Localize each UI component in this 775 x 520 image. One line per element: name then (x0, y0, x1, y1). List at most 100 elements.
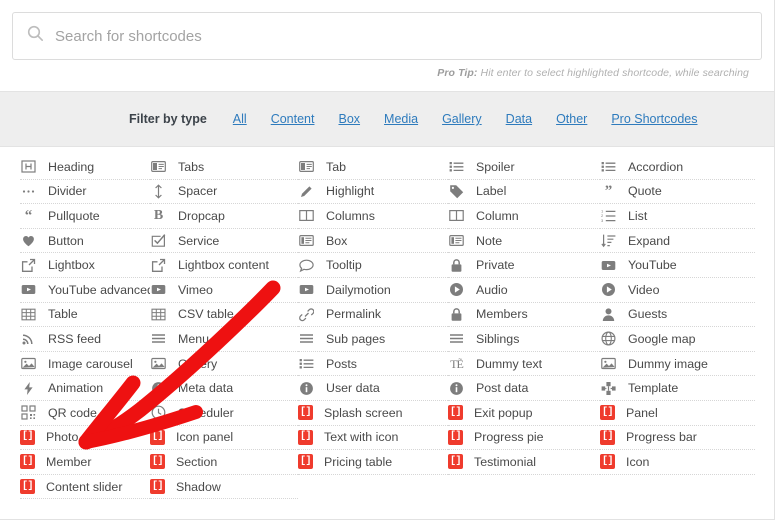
shortcode-item[interactable]: Tab (298, 155, 448, 180)
shortcode-item-label: Members (476, 307, 528, 322)
shortcode-item[interactable]: Video (600, 278, 755, 303)
shortcode-item[interactable]: Expand (600, 229, 755, 254)
shortcode-item[interactable]: Box (298, 229, 448, 254)
shortcode-item[interactable]: Spoiler (448, 155, 600, 180)
shortcode-item-label: Expand (628, 233, 671, 248)
filter-option-box[interactable]: Box (338, 112, 360, 126)
shortcode-item[interactable]: Animation (20, 376, 150, 401)
shortcode-item[interactable]: Accordion (600, 155, 755, 180)
shortcode-item[interactable]: Vimeo (150, 278, 298, 303)
shortcode-item[interactable]: Posts (298, 352, 448, 377)
shortcode-item-label: Tabs (178, 159, 205, 174)
play-circle-icon (600, 281, 617, 298)
shortcode-item[interactable]: Button (20, 229, 150, 254)
shortcode-item[interactable]: Meta data (150, 376, 298, 401)
image-icon (150, 355, 167, 372)
shortcode-item-label: Accordion (628, 159, 684, 174)
shortcode-item[interactable]: Heading (20, 155, 150, 180)
shortcode-item[interactable]: “ Pullquote (20, 204, 150, 229)
shortcode-item[interactable]: [] Section (150, 450, 298, 475)
shortcode-item[interactable]: TẼ Dummy text (448, 352, 600, 377)
shortcode-item[interactable]: Label (448, 180, 600, 205)
shortcode-item[interactable]: Audio (448, 278, 600, 303)
search-box[interactable] (12, 12, 762, 60)
shortcode-item[interactable]: [] Exit popup (448, 401, 600, 426)
shortcode-item[interactable]: Private (448, 253, 600, 278)
shortcode-item[interactable]: Siblings (448, 327, 600, 352)
shortcode-item-label: Dropcap (178, 208, 225, 223)
shortcode-item[interactable]: [] Photo panel (20, 426, 150, 451)
filter-option-data[interactable]: Data (506, 112, 532, 126)
shortcode-item[interactable]: Google map (600, 327, 755, 352)
shortcode-item[interactable]: Tooltip (298, 253, 448, 278)
shortcode-item-label: Spoiler (476, 159, 515, 174)
shortcode-item[interactable]: Dummy image (600, 352, 755, 377)
shortcode-item[interactable]: B Dropcap (150, 204, 298, 229)
globe-icon (600, 330, 617, 347)
shortcode-item[interactable]: [] Text with icon (298, 426, 448, 451)
filter-option-content[interactable]: Content (271, 112, 315, 126)
filter-option-all[interactable]: All (233, 112, 247, 126)
shortcode-item[interactable]: Lightbox (20, 253, 150, 278)
shortcode-item[interactable]: Sub pages (298, 327, 448, 352)
pro-bracket-icon: [] (20, 429, 35, 445)
shortcode-item[interactable]: QR code (20, 401, 150, 426)
shortcode-item[interactable]: YouTube (600, 253, 755, 278)
shortcode-item-label: Member (46, 454, 92, 469)
shortcode-item-label: Shadow (176, 479, 221, 494)
shortcode-item[interactable]: Lightbox content (150, 253, 298, 278)
shortcode-item[interactable]: [] Shadow (150, 475, 298, 500)
shortcode-item[interactable]: Note (448, 229, 600, 254)
shortcode-item[interactable]: Service (150, 229, 298, 254)
menu-icon (298, 330, 315, 347)
shortcode-item[interactable]: Guests (600, 303, 755, 328)
info-icon (448, 380, 465, 397)
shortcode-item[interactable]: Column (448, 204, 600, 229)
shortcode-item[interactable]: [] Progress bar (600, 426, 755, 451)
shortcode-item[interactable]: Dailymotion (298, 278, 448, 303)
shortcode-item[interactable]: [] Member (20, 450, 150, 475)
shortcode-item[interactable]: Template (600, 376, 755, 401)
filter-option-media[interactable]: Media (384, 112, 418, 126)
heading-icon (20, 158, 37, 175)
shortcode-item[interactable]: [] Pricing table (298, 450, 448, 475)
shortcode-item[interactable]: Gallery (150, 352, 298, 377)
shortcode-item[interactable]: Table (20, 303, 150, 328)
shortcode-item[interactable]: Members (448, 303, 600, 328)
shortcode-item[interactable]: Columns (298, 204, 448, 229)
shortcode-item[interactable]: Divider (20, 180, 150, 205)
shortcode-item[interactable]: [] Panel (600, 401, 755, 426)
shortcode-item[interactable]: Post data (448, 376, 600, 401)
shortcode-item[interactable]: [] Progress pie (448, 426, 600, 451)
list-icon (600, 158, 617, 175)
filter-by-type-label: Filter by type (129, 112, 207, 126)
shortcode-item-label: Heading (48, 159, 95, 174)
filter-option-other[interactable]: Other (556, 112, 587, 126)
shortcode-item-label: Menu (178, 331, 209, 346)
image-icon (600, 355, 617, 372)
shortcode-item[interactable]: Permalink (298, 303, 448, 328)
external-link-icon (20, 257, 37, 274)
shortcode-item[interactable]: Highlight (298, 180, 448, 205)
filter-option-gallery[interactable]: Gallery (442, 112, 482, 126)
shortcode-item[interactable]: [] Icon panel (150, 426, 298, 451)
filter-option-pro-shortcodes[interactable]: Pro Shortcodes (611, 112, 697, 126)
pro-bracket-icon: [] (20, 479, 35, 495)
shortcode-item[interactable]: ” Quote (600, 180, 755, 205)
shortcode-item[interactable]: User data (298, 376, 448, 401)
shortcode-item[interactable]: Menu (150, 327, 298, 352)
shortcode-item[interactable]: [] Splash screen (298, 401, 448, 426)
svg-text:3: 3 (601, 218, 604, 223)
shortcode-item[interactable]: [] Testimonial (448, 450, 600, 475)
search-input[interactable] (55, 14, 747, 58)
shortcode-item[interactable]: [] Content slider (20, 475, 150, 500)
shortcode-item[interactable]: Spacer (150, 180, 298, 205)
shortcode-item[interactable]: Scheduler (150, 401, 298, 426)
shortcode-item[interactable]: YouTube advanced (20, 278, 150, 303)
shortcode-item[interactable]: 1 2 3 List (600, 204, 755, 229)
shortcode-item[interactable]: CSV table (150, 303, 298, 328)
shortcode-item[interactable]: Tabs (150, 155, 298, 180)
shortcode-item[interactable]: [] Icon (600, 450, 755, 475)
shortcode-item[interactable]: Image carousel (20, 352, 150, 377)
shortcode-item[interactable]: RSS feed (20, 327, 150, 352)
